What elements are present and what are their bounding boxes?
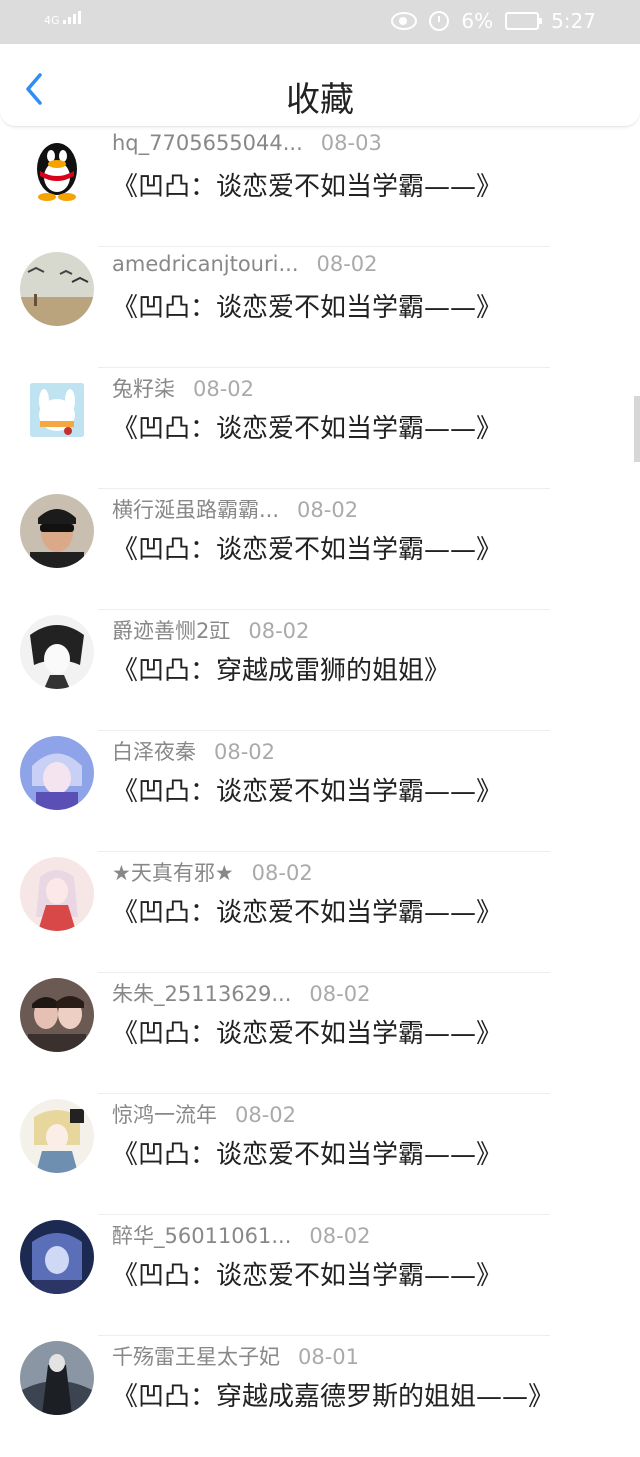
date: 08-02 (248, 619, 310, 643)
battery-icon (505, 12, 543, 30)
book-title: 《凹凸：谈恋爱不如当学霸——》 (112, 172, 503, 202)
list-item[interactable]: 兔籽柒 08-02 《凹凸：谈恋爱不如当学霸——》 (0, 368, 640, 489)
list-item[interactable]: hq_7705655044... 08-03 《凹凸：谈恋爱不如当学霸——》 (0, 126, 640, 247)
list-item[interactable]: 朱朱_25113629... 08-02 《凹凸：谈恋爱不如当学霸——》 (0, 973, 640, 1094)
eye-comfort-icon (391, 12, 418, 30)
date: 08-02 (309, 1224, 371, 1248)
username: amedricanjtouri... (112, 252, 299, 276)
page-title: 收藏 (286, 80, 354, 120)
date: 08-02 (214, 740, 276, 764)
list-item[interactable]: 横行涎虽路霸霸... 08-02 《凹凸：谈恋爱不如当学霸——》 (0, 489, 640, 610)
username: hq_7705655044... (112, 131, 303, 155)
scroll-indicator[interactable] (634, 396, 640, 462)
date: 08-01 (298, 1345, 360, 1369)
book-title: 《凹凸：穿越成雷狮的姐姐》 (112, 656, 451, 686)
username: 兔籽柒 (112, 377, 175, 401)
book-title: 《凹凸：谈恋爱不如当学霸——》 (112, 535, 503, 565)
list-item[interactable]: 千殇雷王星太子妃 08-01 《凹凸：穿越成嘉德罗斯的姐姐——》 (0, 1336, 640, 1457)
favorites-list: hq_7705655044... 08-03 《凹凸：谈恋爱不如当学霸——》 am… (0, 126, 640, 1457)
username: 千殇雷王星太子妃 (112, 1345, 280, 1369)
avatar (20, 373, 94, 447)
date: 08-02 (235, 1103, 297, 1127)
date: 08-02 (193, 377, 255, 401)
avatar (20, 736, 94, 810)
list-item[interactable]: 醉华_56011061... 08-02 《凹凸：谈恋爱不如当学霸——》 (0, 1215, 640, 1336)
avatar (20, 494, 94, 568)
list-item[interactable]: 惊鸿一流年 08-02 《凹凸：谈恋爱不如当学霸——》 (0, 1094, 640, 1215)
username: 醉华_56011061... (112, 1224, 292, 1248)
battery-percent: 6% (461, 9, 494, 33)
list-item[interactable]: 爵迹善恻2豇 08-02 《凹凸：穿越成雷狮的姐姐》 (0, 610, 640, 731)
book-title: 《凹凸：谈恋爱不如当学霸——》 (112, 1261, 503, 1291)
book-title: 《凹凸：谈恋爱不如当学霸——》 (112, 777, 503, 807)
username: 惊鸿一流年 (112, 1103, 217, 1127)
nav-header: 收藏 (0, 44, 640, 127)
book-title: 《凹凸：谈恋爱不如当学霸——》 (112, 898, 503, 928)
username: ★天真有邪★ (112, 861, 234, 885)
clock: 5:27 (551, 9, 596, 33)
date: 08-02 (251, 861, 313, 885)
avatar (20, 131, 94, 205)
avatar (20, 857, 94, 931)
network-type: 4G (44, 14, 60, 27)
date: 08-02 (297, 498, 359, 522)
avatar (20, 615, 94, 689)
avatar (20, 1220, 94, 1294)
book-title: 《凹凸：谈恋爱不如当学霸——》 (112, 1140, 503, 1170)
list-item[interactable]: amedricanjtouri... 08-02 《凹凸：谈恋爱不如当学霸——》 (0, 247, 640, 368)
date: 08-02 (309, 982, 371, 1006)
username: 爵迹善恻2豇 (112, 619, 231, 643)
book-title: 《凹凸：谈恋爱不如当学霸——》 (112, 293, 503, 323)
status-bar: 4G 6% 5:27 (0, 0, 640, 44)
username: 横行涎虽路霸霸... (112, 498, 280, 522)
username: 朱朱_25113629... (112, 982, 292, 1006)
avatar (20, 978, 94, 1052)
avatar (20, 1099, 94, 1173)
date: 08-03 (320, 131, 382, 155)
book-title: 《凹凸：谈恋爱不如当学霸——》 (112, 1019, 503, 1049)
list-item[interactable]: ★天真有邪★ 08-02 《凹凸：谈恋爱不如当学霸——》 (0, 852, 640, 973)
alarm-icon (429, 11, 450, 31)
avatar (20, 252, 94, 326)
list-item[interactable]: 白泽夜秦 08-02 《凹凸：谈恋爱不如当学霸——》 (0, 731, 640, 852)
avatar (20, 1341, 94, 1415)
book-title: 《凹凸：穿越成嘉德罗斯的姐姐——》 (112, 1382, 555, 1412)
signal-indicator: 4G (44, 10, 85, 27)
book-title: 《凹凸：谈恋爱不如当学霸——》 (112, 414, 503, 444)
date: 08-02 (316, 252, 378, 276)
signal-icon (63, 10, 85, 24)
username: 白泽夜秦 (112, 740, 196, 764)
